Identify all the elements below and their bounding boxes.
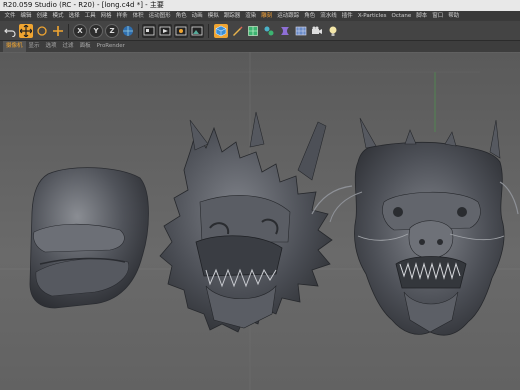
window-title: R20.059 Studio (RC - R20) - [long.c4d *]… — [0, 0, 520, 11]
rotate-icon[interactable] — [35, 24, 49, 38]
menu-item[interactable]: 运动跟踪 — [275, 11, 302, 21]
viewport-menu-item[interactable]: 选项 — [43, 41, 60, 52]
menu-item[interactable]: 帮助 — [446, 11, 462, 21]
axis-z-button[interactable]: Z — [105, 24, 119, 38]
viewport-canvas — [0, 52, 520, 390]
main-menu-bar: 文件 编辑 创建 模式 选择 工具 网格 样条 体积 运动图形 角色 动画 模拟 跟踪器 渲染 雕刻 运动跟踪角… — [0, 11, 520, 21]
menu-item[interactable]: 角色 — [173, 11, 189, 21]
menu-item[interactable]: 跟踪器 — [221, 11, 243, 21]
menu-item[interactable]: X-Particles — [355, 11, 389, 21]
render-settings-icon[interactable] — [174, 24, 188, 38]
menu-item[interactable]: 插件 — [339, 11, 355, 21]
render-view-icon[interactable] — [158, 24, 172, 38]
dragon-head-blockout[interactable] — [29, 167, 149, 309]
picture-viewer-icon[interactable] — [190, 24, 204, 38]
menu-item[interactable]: 选择 — [66, 11, 82, 21]
menu-item[interactable]: 脚本 — [414, 11, 430, 21]
menu-item[interactable]: 渲染 — [243, 11, 259, 21]
cube-icon[interactable] — [214, 24, 228, 38]
menu-item[interactable]: 动画 — [189, 11, 205, 21]
menu-item[interactable]: 文件 — [2, 11, 18, 21]
menu-item[interactable]: 体积 — [130, 11, 146, 21]
menu-item[interactable]: 运动图形 — [146, 11, 173, 21]
menu-item[interactable]: 模式 — [50, 11, 66, 21]
axis-y-button[interactable]: Y — [89, 24, 103, 38]
menu-item[interactable]: 模拟 — [205, 11, 221, 21]
main-toolbar: X Y Z — [0, 21, 520, 41]
menu-item[interactable]: 角色 — [302, 11, 318, 21]
environment-icon[interactable] — [294, 24, 308, 38]
menu-item[interactable]: 窗口 — [430, 11, 446, 21]
menu-item[interactable]: Octane — [389, 11, 414, 21]
render-region-icon[interactable] — [142, 24, 156, 38]
deformer-icon[interactable] — [278, 24, 292, 38]
dragon-head-lowpoly[interactable] — [159, 111, 333, 333]
viewport-menu-item[interactable]: 过滤 — [60, 41, 77, 52]
axis-x-button[interactable]: X — [73, 24, 87, 38]
menu-item[interactable]: 工具 — [82, 11, 98, 21]
dragon-head-sculpted[interactable] — [311, 117, 519, 336]
undo-icon[interactable] — [3, 24, 17, 38]
viewport-menu-item[interactable]: 摄像机 — [3, 41, 26, 52]
menu-item[interactable]: 创建 — [34, 11, 50, 21]
pen-icon[interactable] — [230, 24, 244, 38]
viewport-menu-bar: 摄像机 显示 选项 过滤 面板 ProRender — [0, 41, 520, 52]
viewport-menu-item[interactable]: 显示 — [26, 41, 43, 52]
camera-icon[interactable] — [310, 24, 324, 38]
3d-viewport[interactable] — [0, 52, 520, 390]
menu-item[interactable]: 流水线 — [318, 11, 340, 21]
world-axis-icon[interactable] — [121, 24, 135, 38]
viewport-menu-item[interactable]: 面板 — [77, 41, 94, 52]
subdivision-icon[interactable] — [246, 24, 260, 38]
light-icon[interactable] — [326, 24, 340, 38]
menu-item[interactable]: 编辑 — [18, 11, 34, 21]
menu-item[interactable]: 样条 — [114, 11, 130, 21]
scale-icon[interactable] — [51, 24, 65, 38]
viewport-menu-item[interactable]: ProRender — [94, 41, 128, 52]
menu-item[interactable]: 雕刻 — [259, 11, 275, 21]
mograph-icon[interactable] — [262, 24, 276, 38]
move-icon[interactable] — [19, 24, 33, 38]
menu-item[interactable]: 网格 — [98, 11, 114, 21]
